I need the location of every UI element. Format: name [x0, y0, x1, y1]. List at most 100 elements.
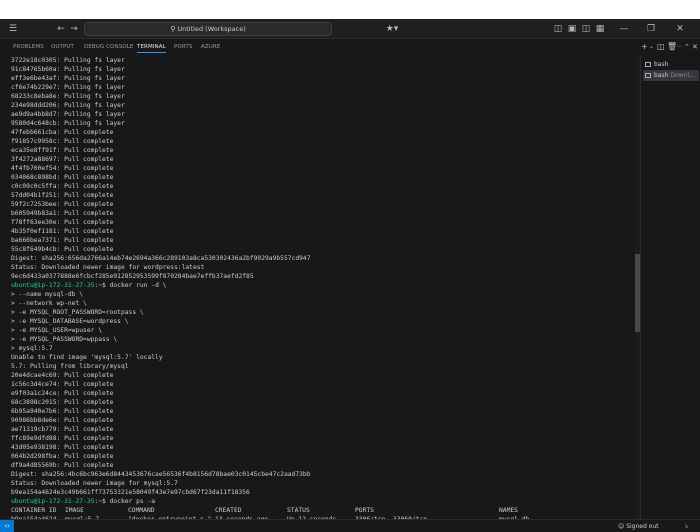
terminal-line: eff3e6be43af: Pulling fs layer	[11, 74, 125, 83]
accounts-status[interactable]: ☺ Signed out	[618, 522, 659, 531]
terminal-line-text: c0c09c0c5ffa: Pull complete	[11, 183, 114, 190]
prompt-user: ubuntu@ip-172-31-27-35	[11, 282, 95, 289]
terminal-line-text: df9a4d85569b: Pull complete	[11, 462, 114, 469]
ps-header-cell: CREATED	[215, 507, 242, 514]
terminal-list-item[interactable]: bash	[643, 59, 699, 70]
terminal-prompt-line: ubuntu@ip-172-31-27-35:~$ docker run -d …	[11, 281, 166, 290]
new-terminal-icon[interactable]: +	[641, 42, 648, 52]
terminal-line-text: 57dd04b1f251: Pull complete	[11, 192, 114, 199]
terminal-line-text: f78ff63ee30e: Pull complete	[11, 219, 114, 226]
terminal-list-item-active[interactable]: bash Downl...	[643, 70, 699, 81]
tab-debug-console[interactable]: DEBUG CONSOLE	[84, 43, 133, 51]
chevron-down-icon[interactable]: ⌄	[649, 42, 654, 52]
back-arrow-icon[interactable]: ←	[56, 23, 66, 35]
terminal-line: ffc89e9dfd88: Pull complete	[11, 434, 113, 443]
terminal-line-text: b9ea154a4624e3c49b661ff73753321e58049f43…	[11, 489, 250, 496]
sidebar-toggle-icon[interactable]: ☰	[8, 23, 18, 35]
tab-ports[interactable]: PORTS	[174, 43, 192, 51]
notifications-bell-icon[interactable]: ♭	[685, 521, 688, 531]
terminal-line-text: 234e98ddd206: Pulling fs layer	[11, 102, 125, 109]
terminal-line: > mysql:5.7	[11, 344, 53, 353]
terminal-line: e9f03a1c24ce: Pull complete	[11, 389, 113, 398]
terminal-line-text: b605949b83a1: Pull complete	[11, 210, 114, 217]
minimize-icon[interactable]: —	[618, 23, 630, 35]
split-terminal-icon[interactable]: ◫	[657, 42, 665, 52]
terminal-line: Digest: sha256:656da2766a14eb74e2694a366…	[11, 254, 311, 263]
terminal-line-text: Status: Downloaded newer image for mysql…	[11, 480, 178, 487]
terminal-line: 57dd04b1f251: Pull complete	[11, 191, 113, 200]
terminal-line-text: 6b95a940e7b6: Pull complete	[11, 408, 114, 415]
terminal-line: ba666bea7371: Pull complete	[11, 236, 113, 245]
terminal-line: f91857c9958c: Pull complete	[11, 137, 113, 146]
terminal-line-text: ba666bea7371: Pull complete	[11, 237, 114, 244]
terminal-line-text: 064b2d298fba: Pull complete	[11, 453, 114, 460]
ps-header-cell: NAMES	[499, 507, 518, 514]
title-bar: ☰ ← → ⚲ Untitled (Workspace) ★▾ ◫ ▣ ◫ ▦ —…	[0, 19, 700, 39]
terminal-line: > -e MYSQL_PASSWORD=wppass \	[11, 335, 117, 344]
close-icon[interactable]: ✕	[674, 23, 686, 35]
terminal-line-text: 1c56c3d4ce74: Pull complete	[11, 381, 114, 388]
terminal-line-text: 68c3898c2015: Pull complete	[11, 399, 114, 406]
tab-terminal[interactable]: TERMINAL	[137, 43, 166, 53]
terminal-line: 4f4fb700ef54: Pull complete	[11, 164, 113, 173]
terminal-line-text: 3f4272a88697: Pull complete	[11, 156, 114, 163]
toggle-panel-icon[interactable]: ▣	[567, 23, 577, 35]
prompt-separator: :~$	[94, 282, 110, 289]
prompt-separator: :~$	[94, 498, 110, 505]
toggle-secondary-sidebar-icon[interactable]: ◫	[581, 23, 591, 35]
terminal-line: 9ec6d433a0377888e6fcbcf285e912852953599f…	[11, 272, 254, 281]
terminal-line-text: Status: Downloaded newer image for wordp…	[11, 264, 205, 271]
ps-header-cell: CONTAINER ID	[11, 507, 57, 514]
terminal-line-text: 91c84765b60a: Pulling fs layer	[11, 66, 125, 73]
ps-header-cell: STATUS	[287, 507, 310, 514]
terminal-line: > --name mysql-db \	[11, 290, 83, 299]
terminal-line: 20e4dcae4c69: Pull complete	[11, 371, 113, 380]
terminal-list-label: bash	[654, 61, 669, 68]
terminal-line: b605949b83a1: Pull complete	[11, 209, 113, 218]
terminal-line-text: > -e MYSQL_PASSWORD=wppass \	[11, 336, 118, 343]
terminal-line: 5.7: Pulling from library/mysql	[11, 362, 129, 371]
terminal-line: 68c3898c2015: Pull complete	[11, 398, 113, 407]
vscode-window: ☰ ← → ⚲ Untitled (Workspace) ★▾ ◫ ▣ ◫ ▦ —…	[0, 19, 700, 532]
customize-layout-icon[interactable]: ▦	[595, 23, 605, 35]
tab-problems[interactable]: PROBLEMS	[13, 43, 44, 51]
terminal-line: 3722e18c0305: Pulling fs layer	[11, 56, 125, 65]
prompt-user: ubuntu@ip-172-31-27-35	[11, 498, 95, 505]
status-bar: ‹› ☺ Signed out ♭	[0, 519, 700, 532]
terminal-line: 064b2d298fba: Pull complete	[11, 452, 113, 461]
terminal-output[interactable]: 3722e18c0305: Pulling fs layer 91c84765b6…	[11, 56, 631, 532]
restore-icon[interactable]: ❐	[645, 23, 657, 35]
terminal-line: 43d05e938198: Pull complete	[11, 443, 113, 452]
remote-indicator-icon[interactable]: ‹›	[0, 520, 14, 532]
terminal-line-text: > -e MYSQL_DATABASE=wordpress \	[11, 318, 129, 325]
terminal-line-text: Unable to find image 'mysql:5.7' locally	[11, 354, 163, 361]
tab-azure[interactable]: AZURE	[201, 43, 220, 51]
more-actions-icon[interactable]: ⋯	[676, 42, 682, 52]
terminal-line-text: f91857c9958c: Pull complete	[11, 138, 114, 145]
search-icon: ⚲	[170, 25, 176, 33]
terminal-line-text: > -e MYSQL_USER=wpuser \	[11, 327, 102, 334]
terminal-line: b9ea154a4624e3c49b661ff73753321e58049f43…	[11, 488, 250, 497]
terminal-line: Status: Downloaded newer image for wordp…	[11, 263, 204, 272]
maximize-panel-icon[interactable]: ⌃	[684, 42, 690, 52]
terminal-line: 234e98ddd206: Pulling fs layer	[11, 101, 125, 110]
terminal-line-text: ae71319cb779: Pull complete	[11, 426, 114, 433]
terminal-line: > -e MYSQL_ROOT_PASSWORD=rootpass \	[11, 308, 144, 317]
toggle-primary-sidebar-icon[interactable]: ◫	[553, 23, 563, 35]
terminal-line-text: ae9d9a4bb8d7: Pulling fs layer	[11, 111, 125, 118]
terminal-line-text: > mysql:5.7	[11, 345, 53, 352]
terminal-line: Status: Downloaded newer image for mysql…	[11, 479, 178, 488]
terminal-icon	[645, 62, 651, 67]
prompt-command: docker run -d \	[109, 282, 167, 289]
terminal-line: 90986bb8de6e: Pull complete	[11, 416, 113, 425]
copilot-icon[interactable]: ★▾	[385, 23, 399, 35]
terminal-line-text: Digest: sha256:4bc6bc963e6d8443453676cae…	[11, 471, 311, 478]
terminal-line-text: e9f03a1c24ce: Pull complete	[11, 390, 114, 397]
terminal-line-text: 4b35f0ef1181: Pull complete	[11, 228, 114, 235]
terminal-line-text: 9580d4c648cb: Pulling fs layer	[11, 120, 125, 127]
tab-output[interactable]: OUTPUT	[51, 43, 74, 51]
forward-arrow-icon[interactable]: →	[69, 23, 79, 35]
close-panel-icon[interactable]: ✕	[692, 42, 698, 52]
command-center-search[interactable]: ⚲ Untitled (Workspace)	[84, 22, 332, 36]
terminal-line-text: Digest: sha256:656da2766a14eb74e2694a366…	[11, 255, 311, 262]
